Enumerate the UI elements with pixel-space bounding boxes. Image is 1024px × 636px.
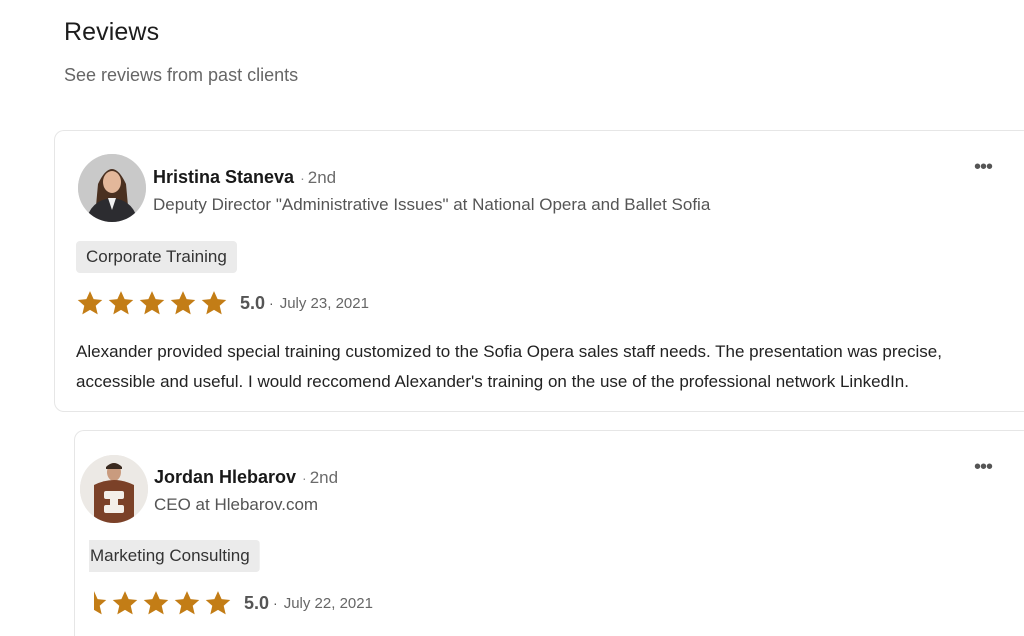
reviewer-name-line: Jordan Hlebarov · 2nd <box>154 467 338 488</box>
section-subtitle: See reviews from past clients <box>64 65 299 85</box>
review-card: Hristina Staneva · 2nd Deputy Director "Ad… <box>54 130 1024 412</box>
reviews-page: Reviews See reviews from past clients Hr… <box>0 0 1024 636</box>
review-date: July 23, 2021 <box>279 294 369 312</box>
more-horizontal-icon: ••• <box>973 156 993 178</box>
more-options-button[interactable]: ••• <box>969 457 997 481</box>
star-rating <box>76 289 228 317</box>
avatar[interactable] <box>80 455 148 523</box>
section-title: Reviews <box>64 18 160 46</box>
star-icon <box>77 291 103 315</box>
service-tag: Marketing Consulting <box>88 540 260 572</box>
star-icon <box>201 291 227 315</box>
star-icon <box>108 291 134 315</box>
star-icon <box>112 591 138 615</box>
star-rating <box>93 589 232 617</box>
reviewer-name-line: Hristina Staneva · 2nd <box>153 167 336 188</box>
star-icon <box>170 291 196 315</box>
star-icon <box>93 591 107 615</box>
star-icon <box>174 591 200 615</box>
connection-degree: 2nd <box>307 168 337 187</box>
separator-dot: · <box>302 470 307 486</box>
reviewer-headline: CEO at Hlebarov.com <box>154 495 319 514</box>
separator-dot: · <box>269 295 274 311</box>
rating-score: 5.0 <box>240 292 266 313</box>
star-icon <box>143 591 169 615</box>
rating-score: 5.0 <box>244 592 270 613</box>
separator-dot: · <box>300 170 305 186</box>
review-date: July 22, 2021 <box>283 594 373 612</box>
star-icon <box>139 291 165 315</box>
rating-row: 5.0 · July 23, 2021 <box>76 289 369 317</box>
connection-degree: 2nd <box>309 468 339 487</box>
avatar[interactable] <box>78 154 146 222</box>
service-tag: Corporate Training <box>76 241 237 273</box>
reviewer-name[interactable]: Jordan Hlebarov <box>154 467 296 487</box>
reviewer-name[interactable]: Hristina Staneva <box>153 167 294 187</box>
more-horizontal-icon: ••• <box>973 456 993 478</box>
rating-row: 5.0 · July 22, 2021 <box>93 589 373 617</box>
reviewer-headline: Deputy Director "Administrative Issues" … <box>153 195 711 214</box>
star-icon <box>205 591 231 615</box>
more-options-button[interactable]: ••• <box>969 157 997 181</box>
separator-dot: · <box>273 595 278 611</box>
review-card: Jordan Hlebarov · 2nd CEO at Hlebarov.com … <box>74 430 1024 636</box>
person-photo-icon <box>80 455 148 523</box>
person-photo-icon <box>78 154 146 222</box>
review-text: Alexander provided special training cust… <box>76 342 942 391</box>
